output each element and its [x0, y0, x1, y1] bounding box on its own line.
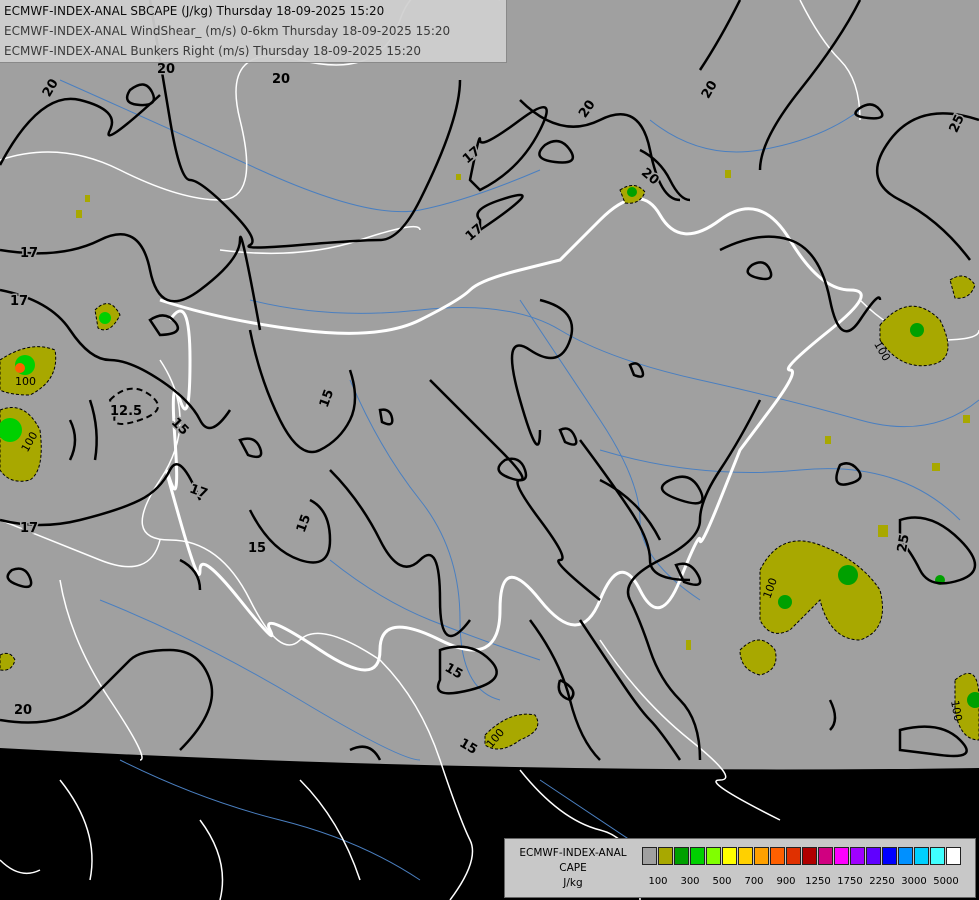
forecast-map: 20 20 20 20 20 17 17 17 17 17 15 15 15 1…	[0, 0, 979, 900]
legend-swatch	[706, 847, 721, 865]
header-line-sbcape: ECMWF-INDEX-ANAL SBCAPE (J/kg) Thursday …	[4, 4, 385, 18]
legend-tick-label: 500	[712, 876, 732, 887]
shear-label: 20	[157, 62, 175, 77]
legend-swatch	[786, 847, 801, 865]
legend-tick-label: 300	[680, 876, 700, 887]
legend-tick-label: 3000	[901, 876, 927, 887]
legend-swatch	[898, 847, 913, 865]
legend-swatch	[722, 847, 737, 865]
shear-label: 25	[895, 533, 913, 553]
legend-swatch	[738, 847, 753, 865]
header-line-windshear: ECMWF-INDEX-ANAL WindShear_ (m/s) 0-6km …	[4, 24, 451, 38]
legend-tick-label: 900	[776, 876, 796, 887]
legend-tick-label: 1750	[837, 876, 863, 887]
shear-label: 20	[272, 72, 290, 87]
legend-swatch	[690, 847, 705, 865]
legend-swatch	[770, 847, 785, 865]
legend-title-line-2: CAPE	[559, 862, 587, 874]
legend-tick-label: 700	[744, 876, 764, 887]
legend-swatch	[674, 847, 689, 865]
legend-tick-label: 100	[648, 876, 668, 887]
model-domain	[0, 0, 979, 770]
header-line-bunkers: ECMWF-INDEX-ANAL Bunkers Right (m/s) Thu…	[4, 44, 422, 58]
legend-swatch	[866, 847, 881, 865]
legend-swatch	[754, 847, 769, 865]
legend-title-line-1: ECMWF-INDEX-ANAL	[519, 847, 627, 859]
legend-swatch	[802, 847, 817, 865]
legend-swatch	[882, 847, 897, 865]
shear-label: 12.5	[110, 404, 142, 419]
legend-swatch	[930, 847, 945, 865]
map-header: ECMWF-INDEX-ANAL SBCAPE (J/kg) Thursday …	[0, 0, 507, 63]
legend-swatch	[658, 847, 673, 865]
legend-swatch	[818, 847, 833, 865]
legend-swatch	[914, 847, 929, 865]
legend-tick-label: 1250	[805, 876, 831, 887]
shear-label: 17	[20, 521, 38, 536]
shear-label: 15	[248, 541, 266, 556]
legend-tick-label: 5000	[933, 876, 959, 887]
legend-title-line-3: J/kg	[563, 877, 583, 889]
legend-tick-label: 2250	[869, 876, 895, 887]
cape-label: 100	[15, 375, 36, 388]
shear-label: 17	[10, 294, 28, 309]
legend-swatch	[946, 847, 961, 865]
legend-swatch	[834, 847, 849, 865]
shear-label: 17	[20, 246, 38, 261]
legend-swatch	[642, 847, 657, 865]
cape-legend: ECMWF-INDEX-ANAL CAPE J/kg 100 300 500 700 9…	[504, 838, 976, 898]
legend-swatch	[850, 847, 865, 865]
shear-label: 20	[14, 703, 32, 718]
